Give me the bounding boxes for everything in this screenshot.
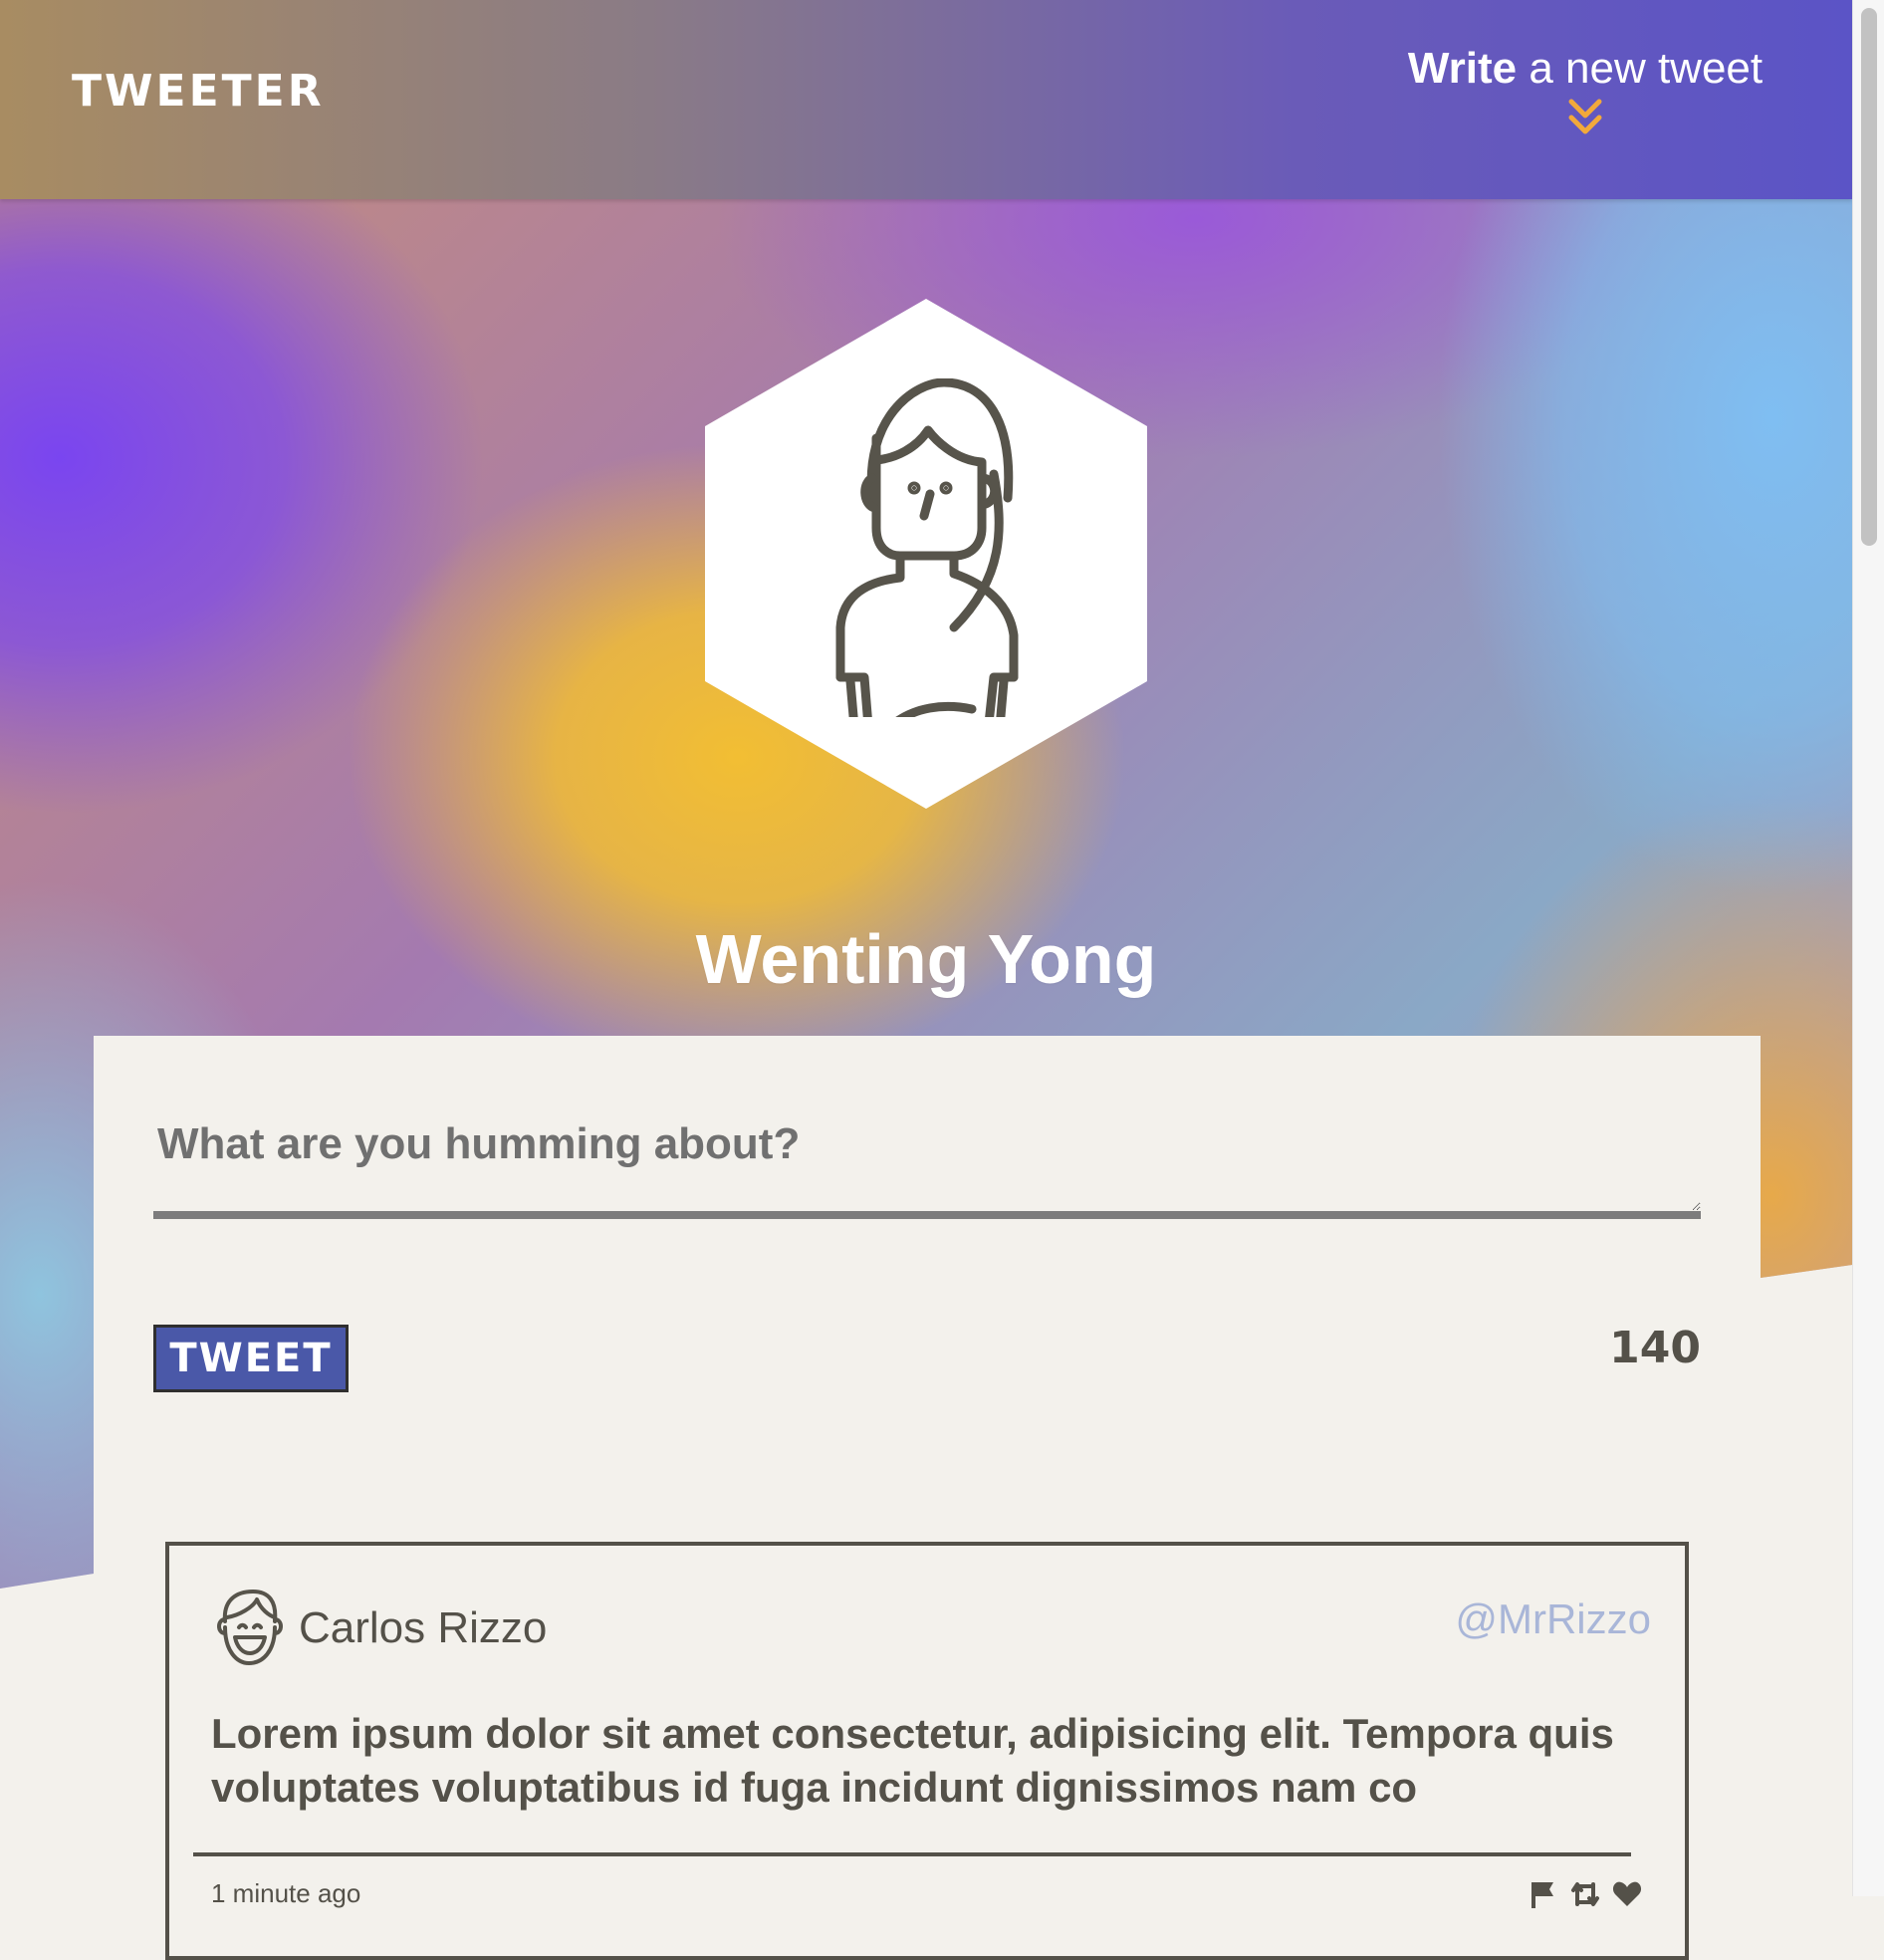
compose-tweet-form: TWEET 140: [153, 1096, 1701, 1392]
top-nav: TWEETER Write a new tweet: [0, 0, 1852, 199]
tweet-card: Carlos Rizzo @MrRizzo Lorem ipsum dolor …: [165, 1542, 1689, 1960]
scrollbar-thumb[interactable]: [1861, 8, 1877, 546]
write-new-tweet-toggle[interactable]: Write a new tweet: [1406, 44, 1765, 139]
new-tweet-label: a new tweet: [1517, 44, 1764, 93]
character-counter: 140: [1609, 1323, 1701, 1373]
tweet-timestamp: 1 minute ago: [211, 1878, 361, 1908]
app-logo[interactable]: TWEETER: [72, 66, 325, 117]
heart-icon[interactable]: [1611, 1878, 1643, 1910]
man-avatar-icon: [217, 1590, 283, 1665]
tweet-body: Lorem ipsum dolor sit amet consectetur, …: [211, 1710, 1614, 1811]
profile-name: Wenting Yong: [695, 919, 1157, 998]
flag-icon[interactable]: [1528, 1878, 1559, 1910]
retweet-icon[interactable]: [1569, 1878, 1601, 1910]
tweet-author-handle[interactable]: @MrRizzo: [1455, 1595, 1651, 1643]
tweet-divider: [193, 1852, 1631, 1856]
write-label: Write: [1407, 44, 1518, 93]
main-container: TWEET 140 Carlos Rizzo @MrRizzo Lorem ip…: [94, 1036, 1761, 1960]
tweet-submit-button[interactable]: TWEET: [153, 1325, 349, 1392]
woman-avatar-icon: [835, 378, 1019, 717]
double-chevron-down-icon: [1568, 99, 1602, 134]
tweet-actions: [1528, 1878, 1643, 1910]
page-scrollbar[interactable]: [1852, 0, 1884, 1896]
tweet-author-name[interactable]: Carlos Rizzo: [299, 1603, 547, 1653]
tweet-text-input[interactable]: [153, 1096, 1701, 1219]
